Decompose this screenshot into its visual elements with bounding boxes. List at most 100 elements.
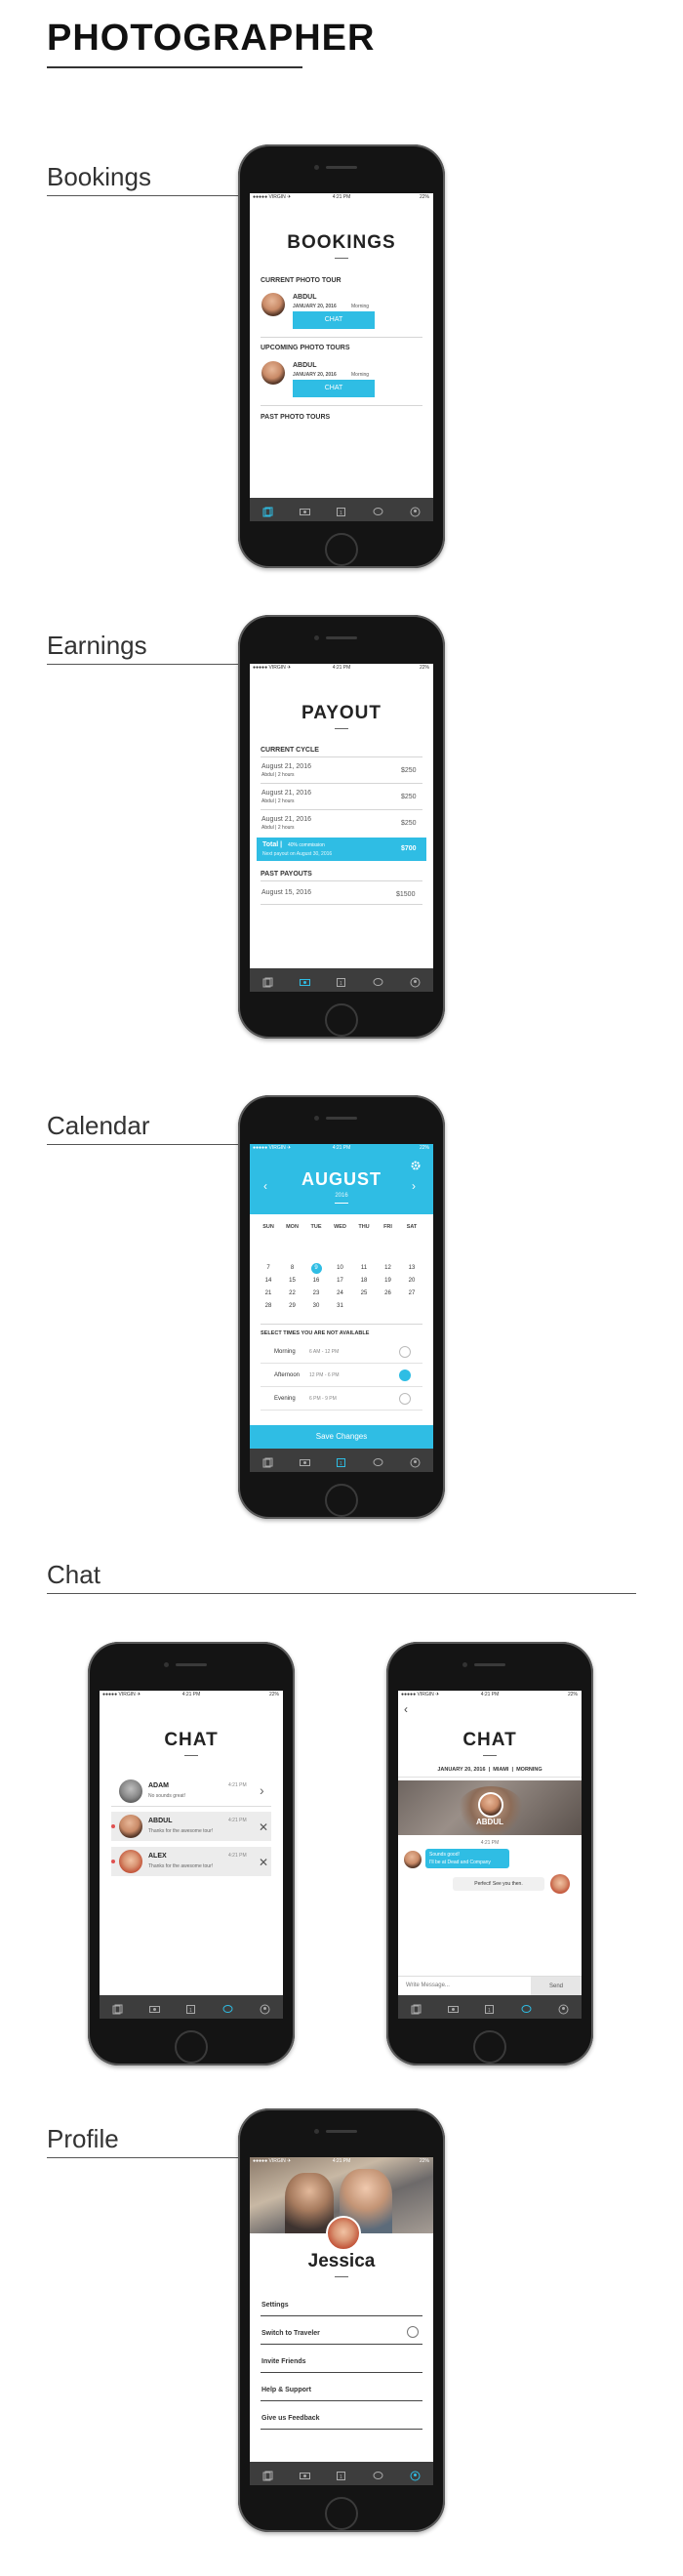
time-slot-row[interactable]: Afternoon 12 PM - 6 PM [261, 1365, 422, 1387]
switch-camera-icon[interactable] [407, 2326, 419, 2338]
calendar-day[interactable] [305, 1238, 327, 1248]
calendar-day[interactable]: 15 [282, 1276, 303, 1287]
calendar-day[interactable] [258, 1250, 279, 1261]
profile-menu-item[interactable]: Help & Support [261, 2377, 422, 2401]
calendar-day[interactable] [258, 1238, 279, 1248]
calendar-day[interactable]: 27 [401, 1288, 422, 1299]
tab-calendar-icon[interactable]: 1 [185, 2002, 196, 2014]
tab-earnings-icon[interactable] [299, 505, 310, 515]
tab-profile-icon[interactable] [410, 1455, 421, 1467]
calendar-day[interactable]: 25 [353, 1288, 375, 1299]
chat-list-item[interactable]: ABDUL Thanks for the awesome tour! 4:21 … [111, 1812, 271, 1841]
tab-bookings-icon[interactable] [262, 1455, 273, 1467]
calendar-day[interactable]: 10 [330, 1263, 351, 1274]
calendar-day[interactable] [330, 1238, 351, 1248]
calendar-day[interactable]: 12 [378, 1263, 399, 1274]
profile-menu-item[interactable]: Settings [261, 2292, 422, 2316]
profile-avatar[interactable] [326, 2216, 361, 2251]
calendar-day[interactable] [353, 1301, 375, 1312]
calendar-day[interactable] [378, 1250, 399, 1261]
tab-profile-icon[interactable] [410, 2469, 421, 2480]
settings-gear-icon[interactable] [411, 1158, 421, 1170]
tab-calendar-icon[interactable]: 1 [484, 2002, 495, 2014]
tab-earnings-icon[interactable] [148, 2002, 160, 2013]
tab-bookings-icon[interactable] [262, 2469, 273, 2480]
calendar-day[interactable]: 23 [305, 1288, 327, 1299]
calendar-day[interactable] [330, 1250, 351, 1261]
save-changes-button[interactable]: Save Changes [250, 1425, 433, 1449]
calendar-day[interactable]: 21 [258, 1288, 279, 1299]
tab-chat-icon[interactable] [222, 2002, 233, 2013]
calendar-day[interactable]: 28 [258, 1301, 279, 1312]
calendar-day[interactable]: 20 [401, 1276, 422, 1287]
calendar-day[interactable] [282, 1238, 303, 1248]
calendar-day[interactable] [401, 1301, 422, 1312]
time-slot-row[interactable]: Morning 6 AM - 12 PM [261, 1341, 422, 1364]
tab-earnings-icon[interactable] [299, 975, 310, 986]
tab-chat-icon[interactable] [373, 2469, 383, 2479]
calendar-day[interactable] [378, 1238, 399, 1248]
calendar-day[interactable] [353, 1238, 375, 1248]
time-slot-checkbox[interactable] [399, 1346, 411, 1358]
calendar-day[interactable] [378, 1301, 399, 1312]
profile-menu-item[interactable]: Invite Friends [261, 2349, 422, 2373]
tab-calendar-icon[interactable]: 1 [336, 975, 346, 987]
tab-profile-icon[interactable] [558, 2002, 569, 2014]
calendar-day[interactable]: 9 [305, 1263, 327, 1274]
close-icon[interactable]: ✕ [259, 1856, 268, 1869]
prev-month-chevron-icon[interactable]: ‹ [263, 1179, 267, 1193]
home-button[interactable] [325, 533, 358, 566]
tab-bookings-icon[interactable] [112, 2002, 123, 2014]
profile-menu-item[interactable]: Give us Feedback [261, 2405, 422, 2430]
tab-chat-icon[interactable] [521, 2002, 532, 2013]
tab-earnings-icon[interactable] [299, 2469, 310, 2479]
calendar-day[interactable] [401, 1238, 422, 1248]
tab-profile-icon[interactable] [260, 2002, 270, 2014]
message-input[interactable]: Write Message... [406, 1983, 523, 1988]
calendar-day[interactable]: 31 [330, 1301, 351, 1312]
calendar-day[interactable]: 8 [282, 1263, 303, 1274]
calendar-day[interactable]: 7 [258, 1263, 279, 1274]
calendar-day[interactable]: 18 [353, 1276, 375, 1287]
home-button[interactable] [175, 2030, 208, 2064]
time-slot-checkbox[interactable] [399, 1370, 411, 1381]
calendar-day[interactable]: 24 [330, 1288, 351, 1299]
chat-list-item[interactable]: ALEX Thanks for the awesome tour! 4:21 P… [111, 1847, 271, 1876]
tab-calendar-icon[interactable]: 1 [336, 1455, 346, 1467]
tab-chat-icon[interactable] [373, 1455, 383, 1466]
send-button[interactable]: Send [531, 1977, 582, 1996]
home-button[interactable] [325, 1003, 358, 1037]
tab-earnings-icon[interactable] [299, 1455, 310, 1466]
tab-calendar-icon[interactable]: 1 [336, 2469, 346, 2480]
tab-chat-icon[interactable] [373, 505, 383, 515]
tab-bookings-icon[interactable] [262, 975, 273, 987]
calendar-day[interactable]: 11 [353, 1263, 375, 1274]
calendar-day[interactable] [353, 1250, 375, 1261]
tab-calendar-icon[interactable]: 1 [336, 505, 346, 516]
chat-list-item[interactable]: ADAM No sounds great! 4:21 PM › [111, 1777, 271, 1807]
calendar-day[interactable]: 29 [282, 1301, 303, 1312]
calendar-day[interactable]: 30 [305, 1301, 327, 1312]
calendar-day[interactable]: 13 [401, 1263, 422, 1274]
home-button[interactable] [473, 2030, 506, 2064]
home-button[interactable] [325, 1484, 358, 1517]
calendar-day[interactable] [282, 1250, 303, 1261]
calendar-day[interactable]: 22 [282, 1288, 303, 1299]
tab-chat-icon[interactable] [373, 975, 383, 986]
calendar-day[interactable]: 17 [330, 1276, 351, 1287]
calendar-day[interactable]: 16 [305, 1276, 327, 1287]
chat-button[interactable]: CHAT [293, 380, 375, 397]
chat-button[interactable]: CHAT [293, 311, 375, 329]
tab-bookings-icon[interactable] [262, 505, 273, 516]
calendar-day[interactable] [305, 1250, 327, 1261]
calendar-day[interactable]: 19 [378, 1276, 399, 1287]
time-slot-checkbox[interactable] [399, 1393, 411, 1405]
tab-profile-icon[interactable] [410, 505, 421, 516]
back-chevron-icon[interactable]: ‹ [404, 1702, 408, 1716]
profile-menu-item[interactable]: Switch to Traveler [261, 2320, 422, 2345]
calendar-day[interactable] [401, 1250, 422, 1261]
calendar-day[interactable]: 14 [258, 1276, 279, 1287]
home-button[interactable] [325, 2497, 358, 2530]
time-slot-row[interactable]: Evening 6 PM - 9 PM [261, 1388, 422, 1411]
tab-profile-icon[interactable] [410, 975, 421, 987]
